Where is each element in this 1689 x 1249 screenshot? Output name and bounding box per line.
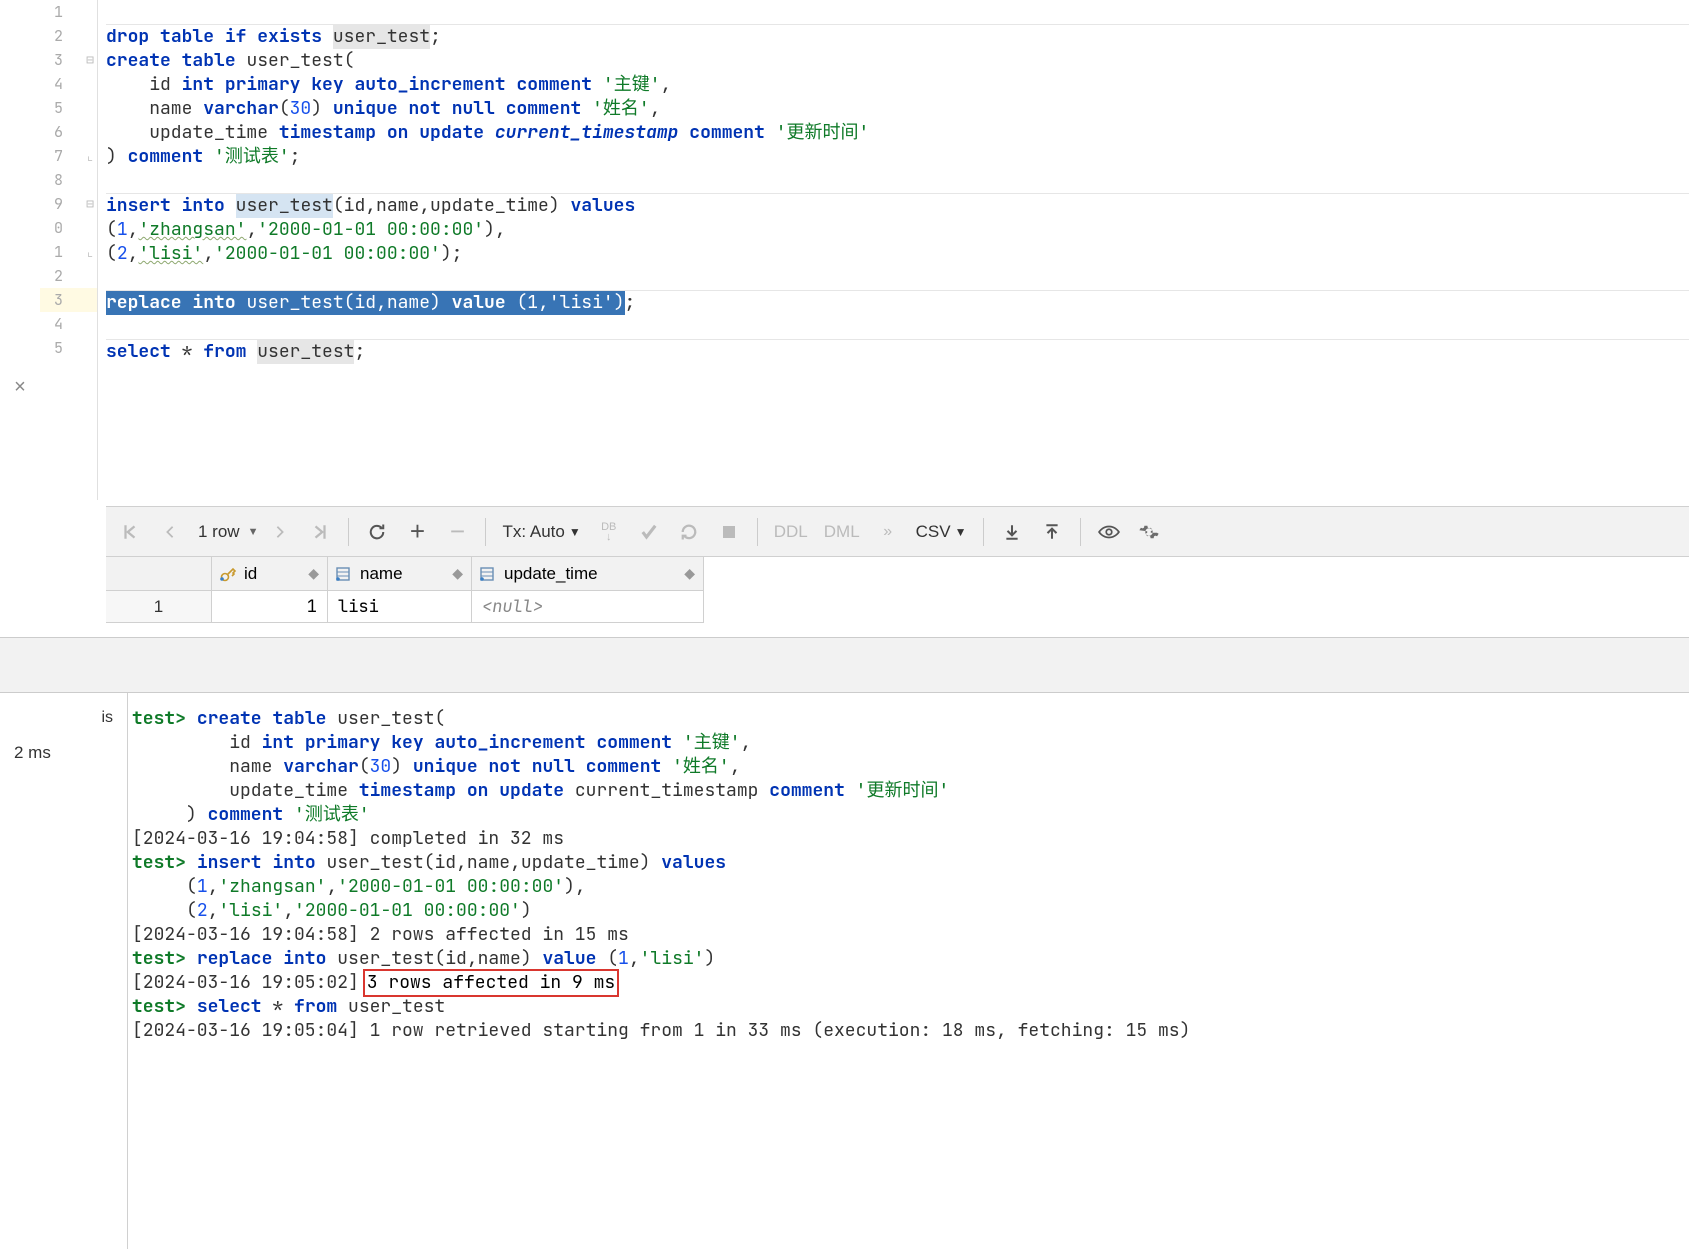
more-icon[interactable]: » (870, 514, 906, 550)
cell-update-time[interactable]: <null> (472, 591, 704, 623)
cell-name[interactable]: lisi (328, 591, 472, 623)
add-row-icon[interactable]: + (399, 514, 435, 550)
fold-end-icon[interactable]: ⌞ (86, 151, 94, 161)
console-left-item: is (8, 701, 119, 735)
editor-line[interactable]: insert into user_test(id,name,update_tim… (106, 194, 1689, 218)
console-line: name varchar(30) unique not null comment… (132, 755, 1685, 779)
console-line: [2024-03-16 19:05:04] 1 row retrieved st… (132, 1019, 1685, 1043)
gutter-line: 3⊟ (40, 48, 97, 72)
fold-collapse-icon[interactable]: ⊟ (86, 55, 94, 65)
rollback-icon[interactable] (671, 514, 707, 550)
console-line: [2024-03-16 19:04:58] completed in 32 ms (132, 827, 1685, 851)
tx-mode[interactable]: Tx: Auto▼ (496, 522, 586, 542)
commit-icon[interactable] (631, 514, 667, 550)
fold-collapse-icon[interactable]: ⊟ (86, 199, 94, 209)
export-format[interactable]: CSV▼ (910, 522, 973, 542)
console-line: test> create table user_test( (132, 707, 1685, 731)
column-icon (480, 566, 498, 582)
gutter-line: 3 (40, 288, 97, 312)
console-line: [2024-03-16 19:05:02]3 rows affected in … (132, 971, 1685, 995)
console-line: [2024-03-16 19:04:58] 2 rows affected in… (132, 923, 1685, 947)
column-header-name[interactable]: name ◆ (328, 557, 472, 591)
editor-line[interactable]: (2,'lisi','2000-01-01 00:00:00'); (106, 242, 1689, 266)
gutter-line: 5 (40, 96, 97, 120)
editor-line[interactable]: create table user_test( (106, 49, 1689, 73)
console-line: id int primary key auto_increment commen… (132, 731, 1685, 755)
console-line: test> insert into user_test(id,name,upda… (132, 851, 1685, 875)
gutter-line: 0 (40, 216, 97, 240)
refresh-icon[interactable] (359, 514, 395, 550)
editor-line[interactable]: select * from user_test; (106, 340, 1689, 364)
editor-line[interactable]: name varchar(30) unique not null comment… (106, 97, 1689, 121)
highlighted-result: 3 rows affected in 9 ms (363, 969, 619, 997)
gutter-line: 1⌞ (40, 240, 97, 264)
gutter-line: 6 (40, 120, 97, 144)
view-icon[interactable] (1091, 514, 1127, 550)
cell-id[interactable]: 1 (212, 591, 328, 623)
results-panel: 1 row ▼ + − Tx: Auto▼ D (106, 506, 1689, 623)
sql-editor[interactable]: 123⊟4567⌞89⊟01⌞2345 drop table if exists… (40, 0, 1689, 500)
results-toolbar: 1 row ▼ + − Tx: Auto▼ D (106, 507, 1689, 557)
next-page-icon[interactable] (262, 514, 298, 550)
console-line: (2,'lisi','2000-01-01 00:00:00') (132, 899, 1685, 923)
editor-line[interactable] (106, 0, 1689, 24)
ddl-button[interactable]: DDL (768, 522, 814, 542)
gutter-line: 4 (40, 72, 97, 96)
editor-line[interactable]: ) comment '测试表'; (106, 145, 1689, 169)
download-icon[interactable] (994, 514, 1030, 550)
console-line: (1,'zhangsan','2000-01-01 00:00:00'), (132, 875, 1685, 899)
db-commit-icon[interactable]: DB↓ (591, 514, 627, 550)
editor-line[interactable]: replace into user_test(id,name) value (1… (106, 291, 1689, 315)
close-icon[interactable]: × (14, 376, 26, 399)
sort-icon: ◆ (452, 565, 463, 582)
gutter-line: 2 (40, 264, 97, 288)
column-header-update-time[interactable]: update_time ◆ (472, 557, 704, 591)
gutter-line: 5 (40, 336, 97, 360)
console-line: test> select * from user_test (132, 995, 1685, 1019)
editor-line[interactable]: drop table if exists user_test; (106, 25, 1689, 49)
column-icon (336, 566, 354, 582)
sort-icon: ◆ (308, 565, 319, 582)
gutter-line: 1 (40, 0, 97, 24)
console-panel: is 2 ms test> create table user_test( id… (0, 693, 1689, 1249)
stop-icon[interactable] (711, 514, 747, 550)
settings-icon[interactable] (1131, 514, 1167, 550)
prev-page-icon[interactable] (152, 514, 188, 550)
dml-button[interactable]: DML (818, 522, 866, 542)
fold-end-icon[interactable]: ⌞ (86, 247, 94, 257)
editor-line[interactable]: (1,'zhangsan','2000-01-01 00:00:00'), (106, 218, 1689, 242)
editor-line[interactable] (106, 315, 1689, 339)
gutter-line: 7⌞ (40, 144, 97, 168)
console-line: update_time timestamp on update current_… (132, 779, 1685, 803)
gutter-line: 2 (40, 24, 97, 48)
column-header-id[interactable]: id ◆ (212, 557, 328, 591)
console-line: test> replace into user_test(id,name) va… (132, 947, 1685, 971)
editor-line[interactable]: id int primary key auto_increment commen… (106, 73, 1689, 97)
console-output[interactable]: test> create table user_test( id int pri… (128, 693, 1689, 1249)
gutter-line: 8 (40, 168, 97, 192)
console-line: ) comment '测试表' (132, 803, 1685, 827)
console-left-item: 2 ms (8, 735, 119, 771)
results-table: id ◆ name ◆ (106, 557, 1689, 623)
table-row[interactable]: 1 1 lisi <null> (106, 591, 1689, 623)
editor-line[interactable] (106, 169, 1689, 193)
gutter-line: 9⊟ (40, 192, 97, 216)
gutter-line: 4 (40, 312, 97, 336)
first-page-icon[interactable] (112, 514, 148, 550)
last-page-icon[interactable] (302, 514, 338, 550)
row-count-label[interactable]: 1 row (192, 522, 246, 542)
editor-line[interactable]: update_time timestamp on update current_… (106, 121, 1689, 145)
upload-icon[interactable] (1034, 514, 1070, 550)
key-icon (220, 566, 238, 582)
editor-line[interactable] (106, 266, 1689, 290)
sort-icon: ◆ (684, 565, 695, 582)
row-number: 1 (106, 591, 212, 623)
remove-row-icon[interactable]: − (439, 514, 475, 550)
